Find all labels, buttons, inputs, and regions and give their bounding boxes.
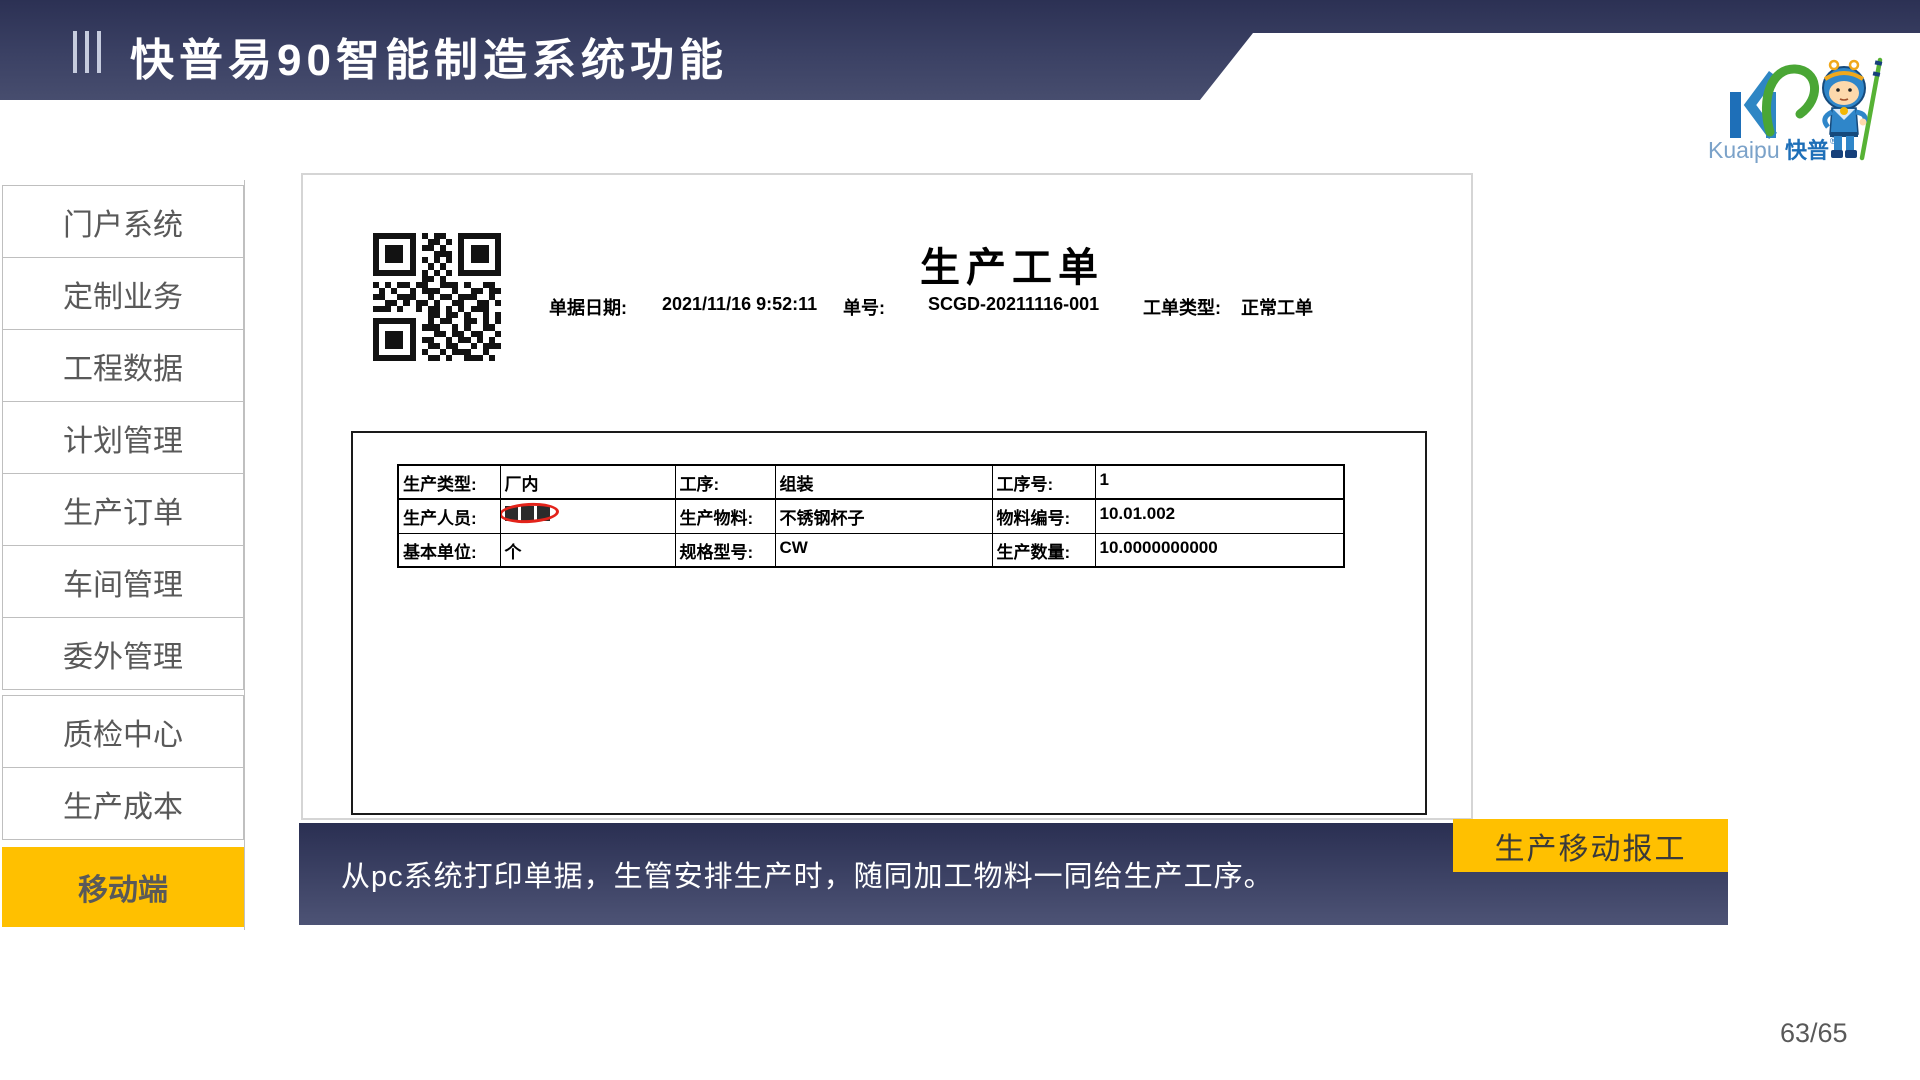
field-value-date: 2021/11/16 9:52:11 — [662, 294, 817, 315]
work-order-preview-panel: 生产工单 单据日期: 2021/11/16 9:52:11 单号: SCGD-2… — [301, 173, 1473, 820]
sidebar-item-quality-center[interactable]: 质检中心 — [2, 695, 244, 768]
brand-word-en: Kuaipu — [1708, 137, 1780, 163]
cell-label: 工序: — [675, 465, 775, 499]
cell-value-redacted — [500, 499, 675, 533]
sidebar-item-label: 移动端 — [78, 865, 168, 909]
red-scribble-icon — [500, 501, 559, 524]
sidebar-item-label: 定制业务 — [63, 272, 183, 316]
cell-label: 规格型号: — [675, 533, 775, 567]
cell-label: 工序号: — [992, 465, 1095, 499]
cell-label: 物料编号: — [992, 499, 1095, 533]
sidebar-menu: 门户系统 定制业务 工程数据 计划管理 生产订单 车间管理 委外管理 质检中心 … — [2, 186, 244, 927]
kp-monogram-icon — [1730, 69, 1815, 138]
sidebar-item-label: 计划管理 — [63, 416, 183, 460]
sidebar-item-label: 生产成本 — [63, 782, 183, 826]
sidebar-item-production-cost[interactable]: 生产成本 — [2, 767, 244, 840]
header-banner: 快普易90智能制造系统功能 — [0, 0, 1920, 100]
cell-value: CW — [775, 533, 992, 567]
cell-label: 生产数量: — [992, 533, 1095, 567]
cell-value: 1 — [1095, 465, 1344, 499]
sidebar-item-portal[interactable]: 门户系统 — [2, 185, 244, 258]
brand-logo: Kuaipu 快普 ® — [1700, 52, 1890, 167]
sidebar-item-plan-management[interactable]: 计划管理 — [2, 401, 244, 474]
cell-value: 个 — [500, 533, 675, 567]
sidebar-item-mobile-active[interactable]: 移动端 — [2, 847, 244, 927]
cell-label: 基本单位: — [398, 533, 500, 567]
sidebar-item-label: 生产订单 — [63, 488, 183, 532]
cell-value: 不锈钢杯子 — [775, 499, 992, 533]
cell-value: 10.01.002 — [1095, 499, 1344, 533]
table-row: 生产类型: 厂内 工序: 组装 工序号: 1 — [398, 465, 1344, 499]
caption-text: 从pc系统打印单据，生管安排生产时，随同加工物料一同给生产工序。 — [299, 853, 1274, 895]
cell-label: 生产物料: — [675, 499, 775, 533]
work-order-sheet-outline: 生产类型: 厂内 工序: 组装 工序号: 1 生产人员: 生产物料: — [351, 431, 1427, 815]
cell-label: 生产人员: — [398, 499, 500, 533]
cell-value: 厂内 — [500, 465, 675, 499]
cell-label: 生产类型: — [398, 465, 500, 499]
field-label-order-no: 单号: — [843, 294, 885, 320]
work-order-header-fields: 单据日期: 2021/11/16 9:52:11 单号: SCGD-202111… — [303, 294, 1471, 320]
sidebar-item-production-orders[interactable]: 生产订单 — [2, 473, 244, 546]
sidebar-item-engineering-data[interactable]: 工程数据 — [2, 329, 244, 402]
sidebar-item-workshop-management[interactable]: 车间管理 — [2, 545, 244, 618]
page-indicator: 63/65 — [1780, 1018, 1848, 1049]
sidebar-item-outsourcing-management[interactable]: 委外管理 — [2, 617, 244, 690]
sidebar-item-label: 质检中心 — [63, 710, 183, 754]
mobile-reporting-badge: 生产移动报工 — [1453, 819, 1728, 872]
slide: 快普易90智能制造系统功能 Kuaipu 快普 ® — [0, 0, 1920, 1080]
brand-word-cn: 快普 — [1785, 138, 1829, 163]
table-row: 生产人员: 生产物料: 不锈钢杯子 物料编号: 10.01.002 — [398, 499, 1344, 533]
sidebar-right-border — [244, 180, 245, 930]
kuaipu-logo-graphic: Kuaipu 快普 ® — [1700, 52, 1890, 167]
page-title: 快普易90智能制造系统功能 — [130, 24, 728, 88]
sidebar-item-label: 车间管理 — [63, 560, 183, 604]
cell-value: 10.0000000000 — [1095, 533, 1344, 567]
field-label-date: 单据日期: — [549, 294, 627, 320]
field-label-order-type: 工单类型: — [1143, 294, 1221, 320]
sidebar-item-label: 工程数据 — [63, 344, 183, 388]
triple-bar-icon — [73, 31, 101, 73]
work-order-table: 生产类型: 厂内 工序: 组装 工序号: 1 生产人员: 生产物料: — [397, 464, 1345, 568]
field-value-order-type: 正常工单 — [1241, 294, 1313, 320]
cell-value: 组装 — [775, 465, 992, 499]
sidebar-item-custom-business[interactable]: 定制业务 — [2, 257, 244, 330]
sidebar-item-label: 委外管理 — [63, 632, 183, 676]
work-order-title: 生产工单 — [909, 235, 1115, 293]
sidebar-item-label: 门户系统 — [63, 200, 183, 244]
redacted-name — [505, 506, 551, 521]
field-value-order-no: SCGD-20211116-001 — [928, 294, 1099, 315]
table-row: 基本单位: 个 规格型号: CW 生产数量: 10.0000000000 — [398, 533, 1344, 567]
